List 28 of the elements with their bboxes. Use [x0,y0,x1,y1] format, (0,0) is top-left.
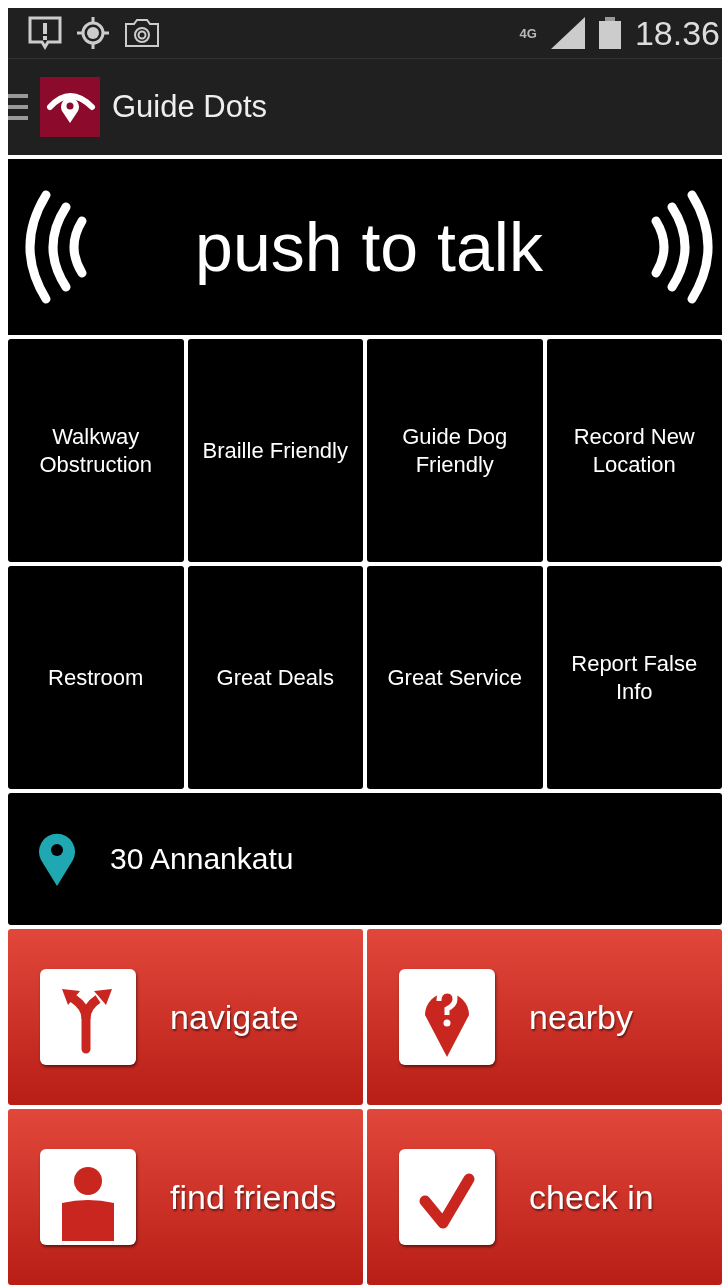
signal-icon [550,17,585,49]
battery-icon [598,17,621,49]
category-button[interactable]: Guide Dog Friendly [367,339,543,562]
action-button[interactable]: find friends [8,1109,363,1285]
alert-icon [28,16,62,50]
category-button[interactable]: Walkway Obstruction [8,339,184,562]
category-button[interactable]: Braille Friendly [187,339,363,562]
checkmark-icon [399,1149,495,1245]
address: 30 Annankatu [110,842,294,876]
app-logo-icon [40,77,100,137]
camera-icon [124,18,160,48]
push-to-talk-button[interactable]: push to talk [8,159,722,335]
question-pin-icon [399,969,495,1065]
category-button[interactable]: Restroom [8,566,184,789]
action-button[interactable]: check in [367,1109,722,1285]
category-button[interactable]: Record New Location [546,339,722,562]
menu-icon[interactable] [8,92,28,122]
gps-icon [76,16,110,50]
action-button[interactable]: nearby [367,929,722,1105]
category-button[interactable]: Report False Info [546,566,722,789]
app-title: Guide Dots [112,89,268,125]
category-button[interactable]: Great Deals [187,566,363,789]
person-icon [40,1149,136,1245]
category-button[interactable]: Great Service [367,566,543,789]
map-pin-icon [38,832,76,886]
action-button[interactable]: navigate [8,929,363,1105]
network-type: 4G [519,26,537,40]
clock: 18.36 [634,13,720,53]
